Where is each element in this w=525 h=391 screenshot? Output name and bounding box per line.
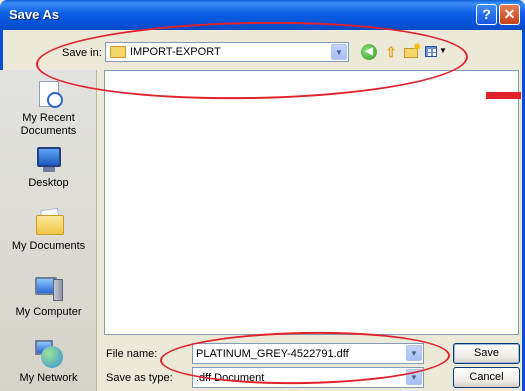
desktop-icon [33, 145, 65, 175]
my-documents-icon [33, 207, 65, 238]
place-my-recent-documents[interactable]: My Recent Documents [0, 80, 97, 138]
place-label: My Network [19, 372, 78, 384]
place-my-computer[interactable]: My Computer [0, 274, 97, 319]
close-button[interactable]: ✕ [499, 4, 520, 25]
place-desktop[interactable]: Desktop [0, 145, 97, 190]
place-label: Desktop [28, 177, 69, 189]
place-label: My Computer [15, 306, 82, 318]
annotation-marker [486, 92, 521, 99]
file-name-label: File name: [106, 348, 158, 360]
save-button[interactable]: Save [453, 343, 520, 364]
place-label: My Documents [11, 240, 86, 252]
my-network-icon [33, 340, 65, 370]
window-title: Save As [9, 7, 60, 22]
place-my-documents[interactable]: My Documents [0, 207, 97, 253]
cancel-button[interactable]: Cancel [453, 367, 520, 388]
file-list[interactable] [104, 70, 519, 335]
my-computer-icon [33, 274, 65, 304]
save-as-type-label: Save as type: [106, 372, 173, 384]
place-my-network[interactable]: My Network [0, 340, 97, 385]
places-bar: My Recent Documents Desktop My Documents… [0, 70, 97, 391]
recent-documents-icon [33, 80, 65, 110]
place-label: My Recent Documents [20, 112, 77, 137]
help-button[interactable]: ? [476, 4, 497, 25]
